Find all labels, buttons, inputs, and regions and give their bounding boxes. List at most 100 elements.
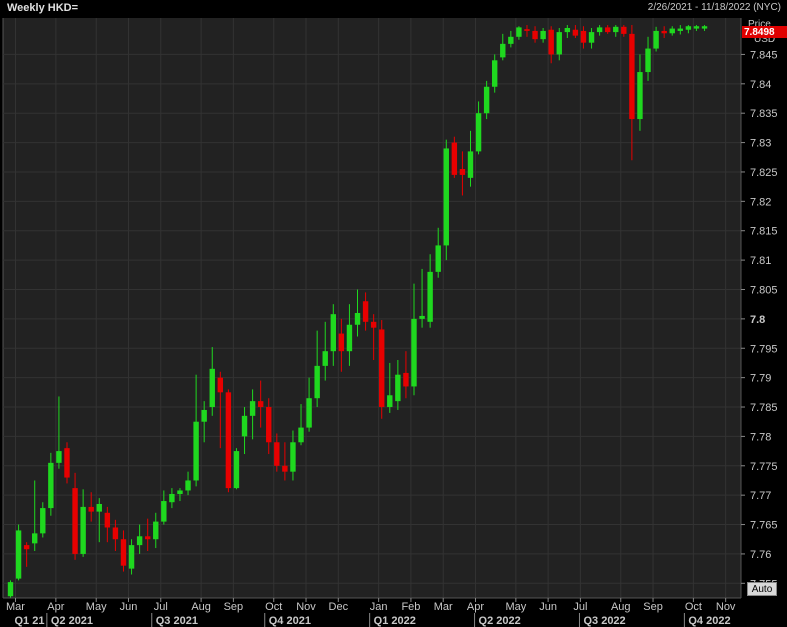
candle-body xyxy=(645,48,651,73)
candle-body xyxy=(136,536,143,546)
y-tick-label: 7.805 xyxy=(750,284,778,296)
candle-body xyxy=(80,506,86,554)
quarter-label: Q1 21 xyxy=(15,615,45,627)
candle-body xyxy=(153,521,159,540)
candle-body xyxy=(435,245,441,272)
month-label: Sep xyxy=(224,601,244,613)
candle-body xyxy=(387,395,393,408)
month-label: Jul xyxy=(573,601,587,613)
y-tick-label: 7.76 xyxy=(750,549,771,561)
candle-body xyxy=(508,36,514,44)
candle-body xyxy=(15,530,22,579)
candle-body xyxy=(492,60,498,87)
candle-body xyxy=(88,506,94,512)
month-label: Dec xyxy=(329,601,349,613)
quarter-label: Q4 2022 xyxy=(688,615,730,627)
quarter-label: Q4 2021 xyxy=(269,615,311,627)
month-label: Mar xyxy=(6,601,25,613)
month-label: Oct xyxy=(685,601,702,613)
candle-body xyxy=(395,374,401,402)
candle-body xyxy=(225,392,232,489)
candle-body xyxy=(177,490,183,494)
candle-body xyxy=(443,148,449,246)
price-axis[interactable]: 7.7557.767.7657.777.7757.787.7857.797.79… xyxy=(740,18,778,598)
candle-body xyxy=(201,409,207,422)
month-label: Oct xyxy=(265,601,282,613)
candle-body xyxy=(653,30,659,49)
month-label: May xyxy=(86,601,107,613)
time-axis[interactable]: Mar Apr May Jun Jul Aug Sep Oct Nov Dec Jan Feb Mar A… xyxy=(3,597,741,627)
month-label: Jan xyxy=(370,601,388,613)
auto-scale-button[interactable]: Auto xyxy=(747,582,777,596)
candle-body xyxy=(314,365,320,399)
y-tick-label: 7.835 xyxy=(750,108,778,120)
candle-body xyxy=(548,29,554,55)
candle-body xyxy=(112,527,119,540)
y-tick-label: 7.82 xyxy=(750,196,771,208)
month-label: Nov xyxy=(716,601,736,613)
candle-body xyxy=(677,28,684,31)
candle-body xyxy=(72,488,78,554)
candle-body xyxy=(161,501,167,522)
y-tick-label: 7.775 xyxy=(750,461,778,473)
month-label: Aug xyxy=(191,601,211,613)
month-label: Jun xyxy=(539,601,557,613)
candle-body xyxy=(7,582,14,597)
y-tick-label: 7.845 xyxy=(750,49,778,61)
y-tick-label: 7.815 xyxy=(750,226,778,238)
candle-body xyxy=(104,512,111,528)
candle-body xyxy=(451,142,458,175)
candle-body xyxy=(362,301,369,322)
candle-body xyxy=(322,351,328,366)
candle-body xyxy=(241,415,248,437)
candle-body xyxy=(233,451,240,489)
y-tick-label: 7.77 xyxy=(750,490,771,502)
candle-body xyxy=(209,368,215,408)
candle-body xyxy=(120,539,127,566)
quarter-label: Q1 2022 xyxy=(374,615,416,627)
candle-body xyxy=(193,421,199,481)
candle-body xyxy=(379,329,385,408)
candle-body xyxy=(185,480,191,491)
month-label: Sep xyxy=(643,601,663,613)
y-tick-label: 7.84 xyxy=(750,79,771,91)
candle-body xyxy=(669,28,675,34)
candle-body xyxy=(467,151,474,178)
candle-body xyxy=(282,465,288,472)
candle-body xyxy=(596,27,603,33)
candle-body xyxy=(411,318,417,387)
candle-body xyxy=(257,401,264,408)
y-tick-label: 7.765 xyxy=(750,520,778,532)
candle-body xyxy=(40,508,46,534)
candlestick-chart[interactable]: 7.7557.767.7657.777.7757.787.7857.797.79… xyxy=(0,0,787,627)
candle-body xyxy=(306,398,312,428)
candle-body xyxy=(629,33,635,120)
candle-body xyxy=(274,442,280,466)
candle-body xyxy=(500,43,506,58)
candle-body xyxy=(266,407,272,443)
y-tick-label: 7.8 xyxy=(750,314,765,326)
candle-body xyxy=(685,26,692,30)
candle-body xyxy=(330,314,336,352)
month-label: May xyxy=(505,601,526,613)
candle-body xyxy=(298,427,304,443)
last-price-label: 7.8498 xyxy=(744,27,775,38)
y-tick-label: 7.795 xyxy=(750,343,778,355)
candle-body xyxy=(56,451,62,463)
candle-body xyxy=(48,462,54,509)
candle-body xyxy=(524,29,530,31)
candle-body xyxy=(290,442,296,472)
candle-body xyxy=(169,493,175,503)
candle-body xyxy=(370,321,377,328)
candle-body xyxy=(532,30,538,40)
month-label: Nov xyxy=(296,601,316,613)
y-tick-label: 7.825 xyxy=(750,167,778,179)
candle-body xyxy=(128,545,135,569)
candle-body xyxy=(419,315,425,319)
candle-body xyxy=(516,27,522,37)
month-label: Jun xyxy=(120,601,138,613)
candle-body xyxy=(556,32,562,55)
y-tick-label: 7.83 xyxy=(750,138,771,150)
quarter-label: Q2 2021 xyxy=(51,615,93,627)
candle-body xyxy=(64,448,70,478)
